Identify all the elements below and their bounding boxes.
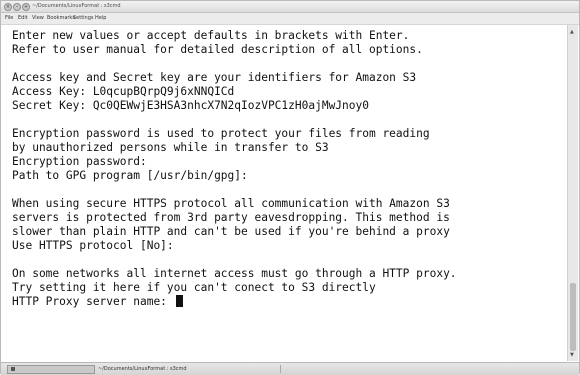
minimize-button[interactable]: –: [13, 3, 21, 11]
terminal-line: Access Key: L0qcupBQrpQ9j6xNNQICd: [12, 85, 235, 98]
terminal-line: Try setting it here if you can't conect …: [12, 281, 376, 294]
terminal-prompt-line: HTTP Proxy server name:: [12, 295, 183, 309]
terminal-line: Secret Key: Qc0QEWwjE3HSA3nhcX7N2qIozVPC…: [12, 99, 369, 112]
scroll-down-icon[interactable]: ▼: [570, 352, 574, 358]
menu-file[interactable]: File: [5, 13, 13, 24]
title-bar: × – + ~/Documents/LinuxFormat : s3cmd: [1, 1, 579, 13]
terminal-line: Use HTTPS protocol [No]:: [12, 239, 174, 252]
menu-settings[interactable]: Settings: [73, 13, 94, 24]
status-bar: ~/Documents/LinuxFormat : s3cmd: [1, 362, 579, 375]
terminal-line: On some networks all internet access mus…: [12, 267, 457, 280]
terminal-line: by unauthorized persons while in transfe…: [12, 141, 329, 154]
scrollbar[interactable]: ▲ ▼: [567, 25, 578, 361]
session-tab-button[interactable]: [7, 365, 95, 374]
terminal-line: Encryption password:: [12, 155, 147, 168]
scroll-up-icon[interactable]: ▲: [570, 29, 574, 35]
terminal-line: slower than plain HTTP and can't be used…: [12, 225, 450, 238]
menu-edit[interactable]: Edit: [18, 13, 28, 24]
scrollbar-thumb[interactable]: [570, 283, 576, 351]
menu-help[interactable]: Help: [95, 13, 106, 24]
terminal-line: servers is protected from 3rd party eave…: [12, 211, 450, 224]
terminal-line: Enter new values or accept defaults in b…: [12, 29, 410, 42]
menu-view[interactable]: View: [32, 13, 44, 24]
terminal-prompt: HTTP Proxy server name:: [12, 295, 174, 308]
terminal-output[interactable]: Enter new values or accept defaults in b…: [4, 25, 567, 361]
status-divider: [280, 365, 281, 373]
menu-bar: File Edit View Bookmarks Settings Help: [1, 13, 579, 25]
terminal-window: × – + ~/Documents/LinuxFormat : s3cmd Fi…: [0, 0, 580, 375]
menu-bookmarks[interactable]: Bookmarks: [47, 13, 75, 24]
terminal-line: Refer to user manual for detailed descri…: [12, 43, 423, 56]
terminal-line: Access key and Secret key are your ident…: [12, 71, 417, 84]
terminal-line: Path to GPG program [/usr/bin/gpg]:: [12, 169, 248, 182]
text-cursor: [175, 295, 183, 307]
close-button[interactable]: ×: [4, 3, 12, 11]
maximize-button[interactable]: +: [22, 3, 30, 11]
terminal-line: Encryption password is used to protect y…: [12, 127, 430, 140]
terminal-line: When using secure HTTPS protocol all com…: [12, 197, 450, 210]
window-title: ~/Documents/LinuxFormat : s3cmd: [32, 3, 121, 9]
session-tab-label[interactable]: ~/Documents/LinuxFormat : s3cmd: [98, 364, 187, 374]
terminal-icon: [11, 367, 15, 371]
